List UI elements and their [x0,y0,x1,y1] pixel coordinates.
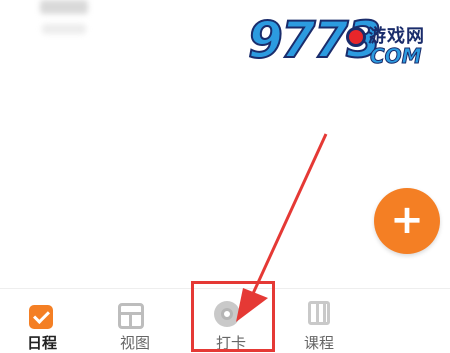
annotation-arrow-icon [236,133,328,322]
